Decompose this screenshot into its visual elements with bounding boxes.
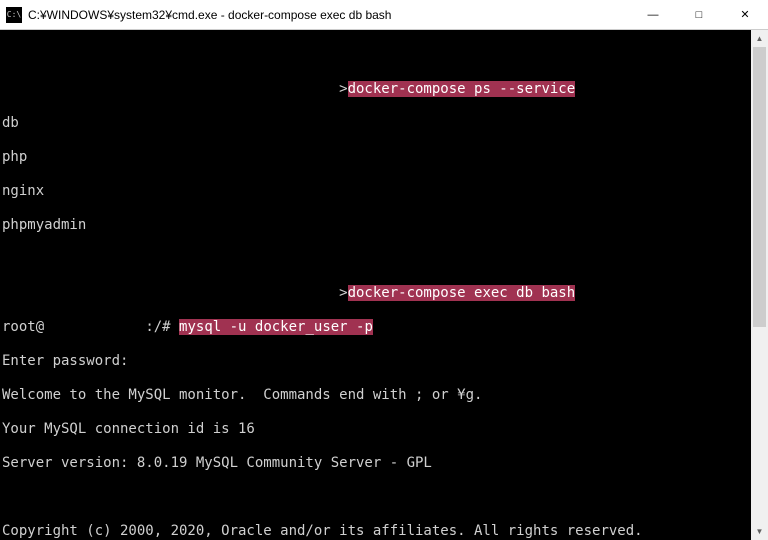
scroll-down-arrow-icon[interactable]: ▼ <box>751 523 768 540</box>
output-line: Enter password: <box>2 353 749 370</box>
window-controls: — □ ✕ <box>630 0 768 29</box>
command-text: mysql -u docker_user -p <box>179 319 373 335</box>
terminal-area: >docker-compose ps --service db php ngin… <box>0 30 768 540</box>
redacted-host: xxxxxxxxxxxx <box>44 319 145 335</box>
maximize-button[interactable]: □ <box>676 0 722 29</box>
vertical-scrollbar[interactable]: ▲ ▼ <box>751 30 768 540</box>
minimize-button[interactable]: — <box>630 0 676 29</box>
output-line: php <box>2 149 749 166</box>
close-button[interactable]: ✕ <box>722 0 768 29</box>
scroll-up-arrow-icon[interactable]: ▲ <box>751 30 768 47</box>
terminal-output[interactable]: >docker-compose ps --service db php ngin… <box>0 30 751 540</box>
output-line: Copyright (c) 2000, 2020, Oracle and/or … <box>2 523 749 540</box>
output-line: phpmyadmin <box>2 217 749 234</box>
prompt-arrow: > <box>2 285 348 301</box>
output-line: Server version: 8.0.19 MySQL Community S… <box>2 455 749 472</box>
root-prefix: root@ <box>2 319 44 335</box>
scrollbar-thumb[interactable] <box>753 47 766 327</box>
output-line: db <box>2 115 749 132</box>
prompt-arrow: > <box>2 81 348 97</box>
output-line: nginx <box>2 183 749 200</box>
cmd-icon: C:\ <box>6 7 22 23</box>
command-text: docker-compose exec db bash <box>348 285 576 301</box>
command-text: docker-compose ps --service <box>348 81 576 97</box>
window-titlebar: C:\ C:¥WINDOWS¥system32¥cmd.exe - docker… <box>0 0 768 30</box>
root-path: :/# <box>145 319 179 335</box>
scrollbar-track[interactable] <box>751 47 768 523</box>
output-line: Welcome to the MySQL monitor. Commands e… <box>2 387 749 404</box>
window-title: C:¥WINDOWS¥system32¥cmd.exe - docker-com… <box>28 8 630 22</box>
output-line: Your MySQL connection id is 16 <box>2 421 749 438</box>
